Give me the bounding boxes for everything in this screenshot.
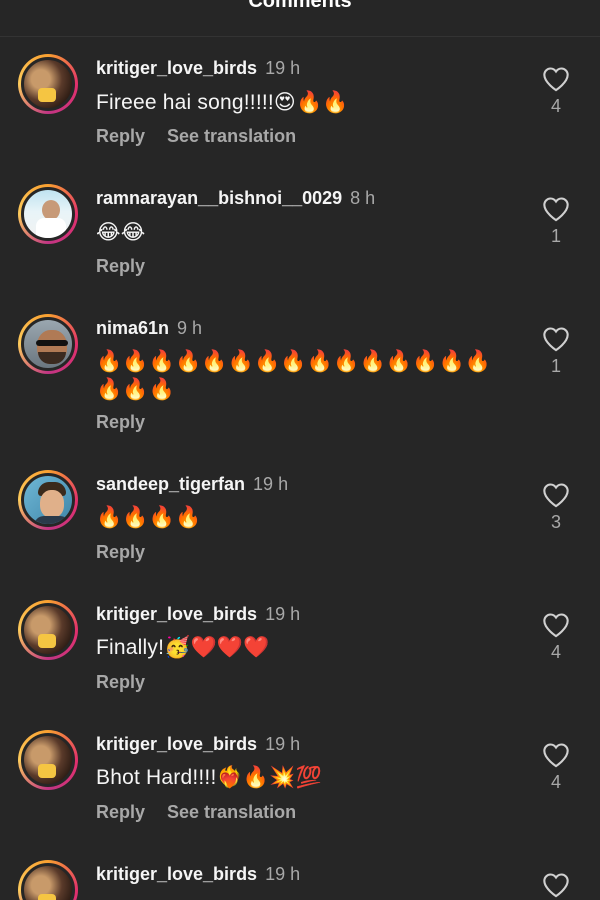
timestamp: 9 h [177,318,203,338]
comment-meta: kritiger_love_birds 19 h [96,734,300,755]
like-control: 1 [540,326,572,377]
username[interactable]: sandeep_tigerfan [96,474,245,494]
username[interactable]: ramnarayan__bishnoi__0029 [96,188,342,208]
like-control: 1 [540,196,572,247]
comment-actions: Reply [96,412,145,433]
like-count: 4 [550,772,561,792]
reply-button[interactable]: Reply [96,412,145,432]
comment-item: kritiger_love_birds 19 h Finally!🥳❤️❤️❤️ … [0,582,600,702]
reply-button[interactable]: Reply [96,672,145,692]
comment-item: sandeep_tigerfan 19 h 🔥🔥🔥🔥 Reply 3 [0,452,600,572]
heart-icon[interactable] [542,872,570,898]
like-count: 1 [550,356,561,376]
heart-icon[interactable] [542,742,570,768]
heart-icon[interactable] [542,326,570,352]
avatar[interactable] [18,470,78,530]
reply-button[interactable]: Reply [96,126,145,146]
avatar[interactable] [18,600,78,660]
comment-actions: Reply [96,256,145,277]
like-control: 4 [540,66,572,117]
comment-item: ramnarayan__bishnoi__0029 8 h 😂😂 Reply 1 [0,166,600,286]
comment-actions: Reply See translation [96,802,296,823]
comment-meta: sandeep_tigerfan 19 h [96,474,288,495]
reply-button[interactable]: Reply [96,542,145,562]
comment-item: kritiger_love_birds 19 h [0,842,600,900]
like-control: 3 [540,482,572,533]
reply-button[interactable]: Reply [96,256,145,276]
avatar[interactable] [18,860,78,900]
heart-icon[interactable] [542,196,570,222]
page-title: Comments [248,0,352,12]
heart-icon[interactable] [542,482,570,508]
comment-text: Fireee hai song!!!!!😍🔥🔥 [96,91,349,114]
comment-text: 🔥🔥🔥🔥 [96,506,202,529]
comment-text: Bhot Hard!!!!❤️‍🔥🔥💥💯 [96,766,322,789]
heart-icon[interactable] [542,612,570,638]
comment-text: Finally!🥳❤️❤️❤️ [96,636,270,659]
avatar[interactable] [18,314,78,374]
comment-meta: kritiger_love_birds 19 h [96,58,300,79]
comment-item: nima61n 9 h 🔥🔥🔥🔥🔥🔥🔥🔥🔥🔥🔥🔥🔥🔥🔥🔥🔥🔥 Reply 1 [0,296,600,432]
timestamp: 19 h [265,864,301,884]
like-control: 4 [540,742,572,793]
avatar[interactable] [18,730,78,790]
comment-item: kritiger_love_birds 19 h Bhot Hard!!!!❤️‍… [0,712,600,832]
comment-meta: nima61n 9 h [96,318,202,339]
avatar[interactable] [18,54,78,114]
timestamp: 19 h [265,734,301,754]
username[interactable]: kritiger_love_birds [96,734,257,754]
comment-text: 😂😂 [96,221,146,244]
comment-actions: Reply See translation [96,126,296,147]
comment-meta: kritiger_love_birds 19 h [96,864,300,885]
timestamp: 19 h [265,604,301,624]
comments-header: Comments [0,0,600,37]
see-translation-button[interactable]: See translation [167,802,296,822]
like-control: 4 [540,612,572,663]
timestamp: 19 h [265,58,301,78]
see-translation-button[interactable]: See translation [167,126,296,146]
timestamp: 8 h [350,188,376,208]
comment-meta: kritiger_love_birds 19 h [96,604,300,625]
like-count: 4 [550,642,561,662]
comment-meta: ramnarayan__bishnoi__0029 8 h [96,188,375,209]
comment-actions: Reply [96,542,145,563]
like-count: 3 [550,512,561,532]
reply-button[interactable]: Reply [96,802,145,822]
username[interactable]: kritiger_love_birds [96,864,257,884]
comment-item: kritiger_love_birds 19 h Fireee hai song!… [0,36,600,156]
comment-text: 🔥🔥🔥🔥🔥🔥🔥🔥🔥🔥🔥🔥🔥🔥🔥🔥🔥🔥 [96,350,492,401]
username[interactable]: nima61n [96,318,169,338]
like-count: 4 [550,96,561,116]
like-control [540,872,572,898]
comment-actions: Reply [96,672,145,693]
timestamp: 19 h [253,474,289,494]
username[interactable]: kritiger_love_birds [96,58,257,78]
username[interactable]: kritiger_love_birds [96,604,257,624]
avatar[interactable] [18,184,78,244]
like-count: 1 [550,226,561,246]
heart-icon[interactable] [542,66,570,92]
